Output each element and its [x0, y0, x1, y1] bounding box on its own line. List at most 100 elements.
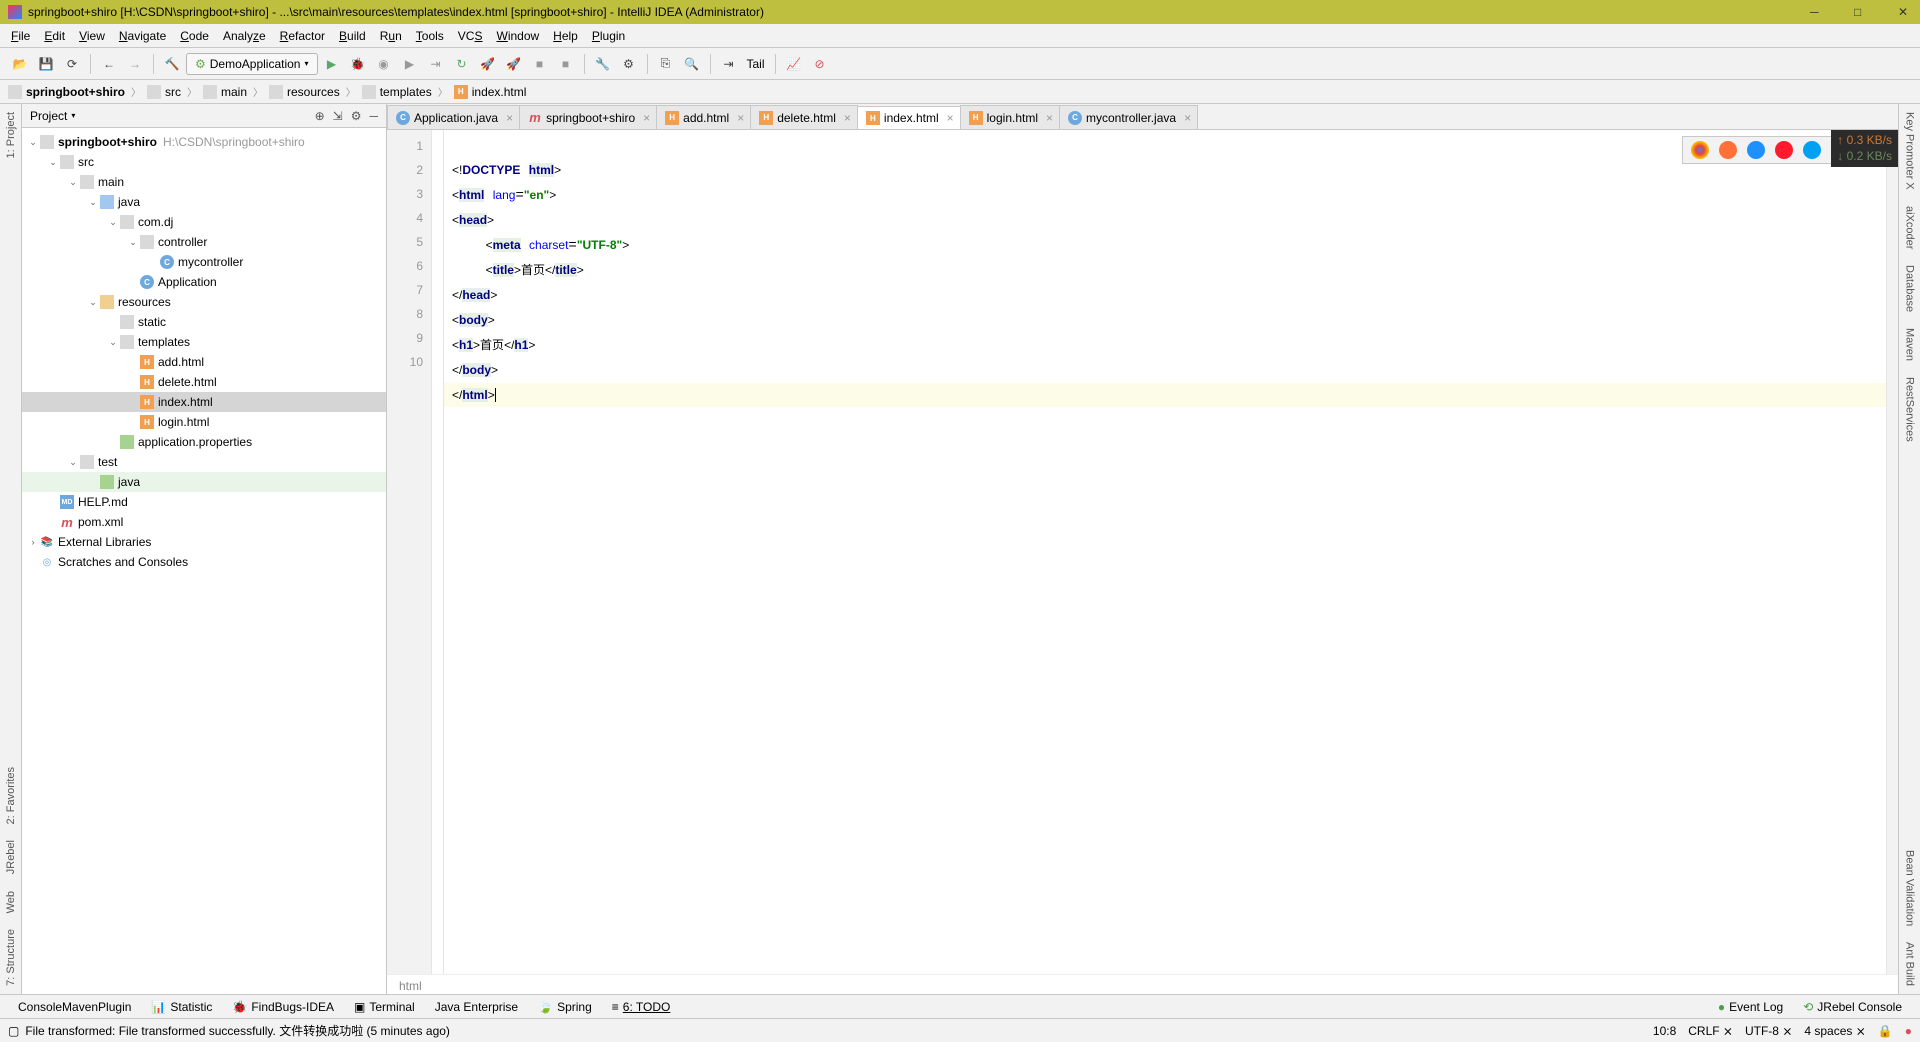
tree-node-scratch[interactable]: ◎Scratches and Consoles: [22, 552, 386, 572]
btab-statistic[interactable]: 📊Statistic: [141, 1000, 222, 1014]
jrebel-run-icon[interactable]: 🚀: [476, 52, 500, 76]
chrome-icon[interactable]: [1691, 141, 1709, 159]
run-config-dropdown[interactable]: ⚙ DemoApplication ▾: [186, 53, 318, 75]
settings-icon[interactable]: ⚙: [617, 52, 641, 76]
hide-icon[interactable]: ─: [369, 109, 378, 123]
open-icon[interactable]: 📂: [8, 52, 32, 76]
menu-refactor[interactable]: Refactor: [273, 26, 332, 46]
tree-node-comdj[interactable]: ⌄com.dj: [22, 212, 386, 232]
btab-console[interactable]: ConsoleMavenPlugin: [8, 1000, 141, 1014]
export-icon[interactable]: ⎘: [654, 52, 678, 76]
crumb-file[interactable]: Hindex.html: [454, 85, 527, 99]
coverage-icon[interactable]: ◉: [372, 52, 396, 76]
btab-todo[interactable]: ≡6: TODO: [602, 1000, 681, 1014]
tree-node-delete[interactable]: Hdelete.html: [22, 372, 386, 392]
jrebel-debug-icon[interactable]: 🚀: [502, 52, 526, 76]
vtab-maven[interactable]: Maven: [1902, 320, 1918, 369]
tree-node-templates[interactable]: ⌄templates: [22, 332, 386, 352]
close-button[interactable]: ✕: [1898, 5, 1912, 19]
vtab-project[interactable]: 1: Project: [3, 104, 19, 166]
project-tree[interactable]: ⌄springboot+shiroH:\CSDN\springboot+shir…: [22, 128, 386, 994]
tree-node-java[interactable]: ⌄java: [22, 192, 386, 212]
code-content[interactable]: <!DOCTYPE html> <html lang="en"> <head> …: [444, 130, 1886, 974]
code-area[interactable]: 12345678910 <!DOCTYPE html> <html lang="…: [387, 130, 1898, 974]
vtab-web[interactable]: Web: [3, 883, 19, 921]
tree-node-java2[interactable]: java: [22, 472, 386, 492]
search-icon[interactable]: 🔍: [680, 52, 704, 76]
crumb-resources[interactable]: resources: [269, 85, 340, 99]
menu-run[interactable]: Run: [373, 26, 409, 46]
line-separator[interactable]: CRLF ⨯: [1688, 1024, 1733, 1038]
crumb-src[interactable]: src: [147, 85, 181, 99]
save-icon[interactable]: 💾: [34, 52, 58, 76]
stop-circle-icon[interactable]: ⊘: [808, 52, 832, 76]
tree-node-test[interactable]: ⌄test: [22, 452, 386, 472]
indent-icon[interactable]: ⇥: [717, 52, 741, 76]
right-marker-bar[interactable]: [1886, 130, 1898, 974]
tree-node-mycontroller[interactable]: Cmycontroller: [22, 252, 386, 272]
indent-setting[interactable]: 4 spaces ⨯: [1804, 1024, 1865, 1038]
menu-tools[interactable]: Tools: [409, 26, 451, 46]
close-tab-icon[interactable]: ×: [947, 111, 954, 125]
statusbar-toggle-icon[interactable]: ▢: [8, 1024, 19, 1038]
git-icon[interactable]: 🔒: [1878, 1024, 1893, 1038]
vtab-antbuild[interactable]: Ant Build: [1902, 934, 1918, 994]
btab-findbugs[interactable]: 🐞FindBugs-IDEA: [222, 1000, 344, 1014]
tree-node-controller[interactable]: ⌄controller: [22, 232, 386, 252]
project-label[interactable]: Project: [30, 109, 67, 123]
man-icon[interactable]: ●: [1905, 1024, 1912, 1038]
stats-icon[interactable]: 📈: [782, 52, 806, 76]
btab-eventlog[interactable]: ●Event Log: [1708, 1000, 1793, 1014]
crumb-templates[interactable]: templates: [362, 85, 432, 99]
menu-file[interactable]: File: [4, 26, 37, 46]
wrench-icon[interactable]: 🔧: [591, 52, 615, 76]
build-icon[interactable]: 🔨: [160, 52, 184, 76]
editor-tab[interactable]: Cmycontroller.java×: [1059, 105, 1198, 129]
safari-icon[interactable]: [1747, 141, 1765, 159]
tree-node-add[interactable]: Hadd.html: [22, 352, 386, 372]
btab-javaee[interactable]: Java Enterprise: [425, 1000, 528, 1014]
run-icon[interactable]: ▶: [320, 52, 344, 76]
menu-window[interactable]: Window: [489, 26, 546, 46]
forward-icon[interactable]: →: [123, 52, 147, 76]
debug-icon[interactable]: 🐞: [346, 52, 370, 76]
menu-build[interactable]: Build: [332, 26, 373, 46]
close-tab-icon[interactable]: ×: [737, 111, 744, 125]
editor-tab[interactable]: Hlogin.html×: [960, 105, 1060, 129]
vtab-aixcoder[interactable]: aiXcoder: [1902, 198, 1918, 257]
stop-icon[interactable]: ■: [528, 52, 552, 76]
menu-navigate[interactable]: Navigate: [112, 26, 173, 46]
vtab-keypromoter[interactable]: Key Promoter X: [1902, 104, 1918, 198]
chevron-down-icon[interactable]: ▾: [71, 111, 75, 120]
vtab-restservices[interactable]: RestServices: [1902, 369, 1918, 450]
rerun-icon[interactable]: ↻: [450, 52, 474, 76]
tree-node-approp[interactable]: application.properties: [22, 432, 386, 452]
editor-tab[interactable]: Hdelete.html×: [750, 105, 858, 129]
menu-view[interactable]: View: [72, 26, 112, 46]
tree-node-login[interactable]: Hlogin.html: [22, 412, 386, 432]
fold-gutter[interactable]: [432, 130, 444, 974]
btab-terminal[interactable]: ▣Terminal: [344, 1000, 425, 1014]
close-tab-icon[interactable]: ×: [1046, 111, 1053, 125]
menu-edit[interactable]: Edit: [37, 26, 72, 46]
close-tab-icon[interactable]: ×: [844, 111, 851, 125]
tree-node-pom[interactable]: mpom.xml: [22, 512, 386, 532]
vtab-structure[interactable]: 7: Structure: [3, 921, 19, 994]
tree-node-main[interactable]: ⌄main: [22, 172, 386, 192]
stop2-icon[interactable]: ■: [554, 52, 578, 76]
tree-node-ext[interactable]: ›📚External Libraries: [22, 532, 386, 552]
close-tab-icon[interactable]: ×: [506, 111, 513, 125]
opera-icon[interactable]: [1775, 141, 1793, 159]
tree-node-index[interactable]: Hindex.html: [22, 392, 386, 412]
firefox-icon[interactable]: [1719, 141, 1737, 159]
profile-icon[interactable]: ▶: [398, 52, 422, 76]
crumb-root[interactable]: springboot+shiro: [8, 85, 125, 99]
target-icon[interactable]: ⊕: [315, 109, 325, 123]
cursor-position[interactable]: 10:8: [1653, 1024, 1676, 1038]
minimize-button[interactable]: ─: [1810, 5, 1824, 19]
tree-node-resources[interactable]: ⌄resources: [22, 292, 386, 312]
ie-icon[interactable]: [1803, 141, 1821, 159]
close-tab-icon[interactable]: ×: [1184, 111, 1191, 125]
menu-plugin[interactable]: Plugin: [585, 26, 632, 46]
editor-tab[interactable]: mspringboot+shiro×: [519, 105, 657, 129]
